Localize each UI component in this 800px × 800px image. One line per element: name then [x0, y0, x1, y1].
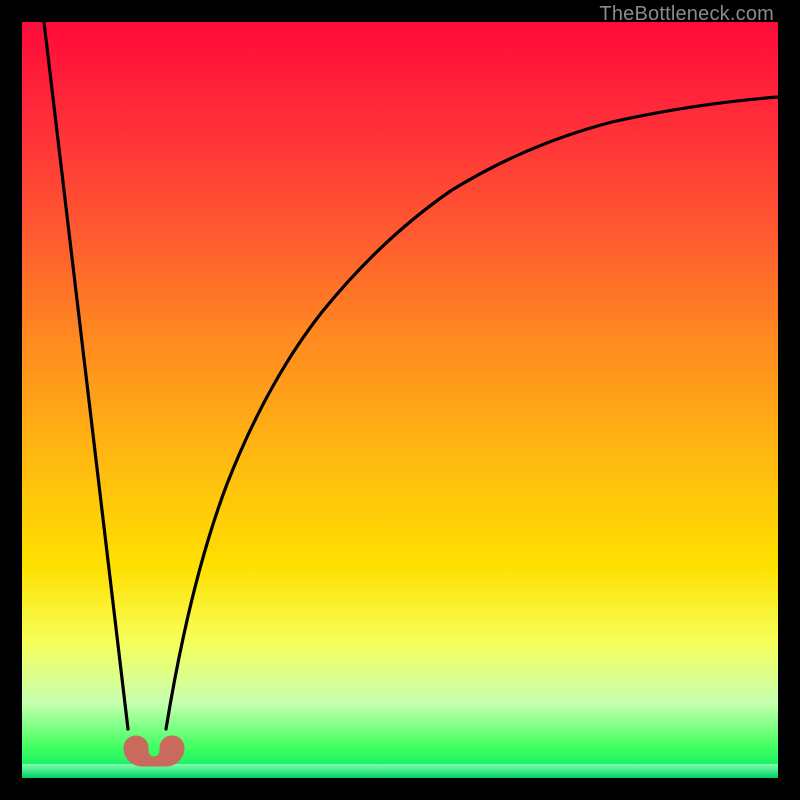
min-marker-icon — [124, 736, 184, 766]
curve-left-line — [44, 22, 128, 729]
chart-svg — [22, 22, 778, 778]
curve-right — [166, 97, 778, 729]
plot-area — [22, 22, 778, 778]
chart-frame: TheBottleneck.com — [0, 0, 800, 800]
